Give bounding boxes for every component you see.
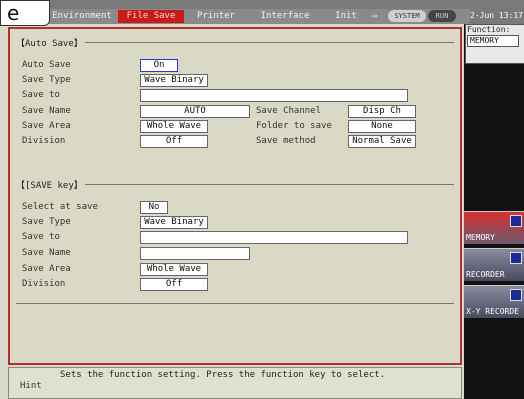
save-method-label: Save method <box>256 136 316 146</box>
file-save-panel: 【Auto Save】 Auto Save On Save Type Wave … <box>8 27 462 365</box>
hint-text: Sets the function setting. Press the fun… <box>60 370 386 380</box>
save-key-group-title: 【[SAVE key】 <box>14 178 85 191</box>
save-to-field[interactable] <box>140 89 408 102</box>
auto-save-field[interactable]: On <box>140 59 178 72</box>
save-type-label: Save Type <box>22 75 71 85</box>
tab-printer[interactable]: Printer <box>186 10 246 23</box>
save-channel-label: Save Channel <box>256 106 322 116</box>
save-to-label: Save to <box>22 90 60 100</box>
key-division-label: Division <box>22 279 66 289</box>
key-division-field[interactable]: Off <box>140 278 208 291</box>
xy-recorder-icon <box>510 289 522 301</box>
key-save-name-label: Save Name <box>22 248 71 258</box>
tab-file-save[interactable]: File Save <box>118 10 184 23</box>
tab-init[interactable]: Init <box>324 10 368 23</box>
tab-interface[interactable]: Interface <box>250 10 320 23</box>
run-status-icon: RUN <box>428 10 456 22</box>
key-save-type-label: Save Type <box>22 217 71 227</box>
function-label: Function: <box>467 25 511 34</box>
folder-to-save-label: Folder to save <box>256 121 332 131</box>
tab-environment[interactable]: Environment <box>50 10 114 23</box>
select-at-save-field[interactable]: No <box>140 201 168 214</box>
save-name-label: Save Name <box>22 106 71 116</box>
division-field[interactable]: Off <box>140 135 208 148</box>
folder-to-save-field[interactable]: None <box>348 120 416 133</box>
save-name-field[interactable]: AUTO <box>140 105 250 118</box>
save-area-label: Save Area <box>22 121 71 131</box>
save-area-field[interactable]: Whole Wave <box>140 120 208 133</box>
function-key-xy-recorder[interactable]: X-Y RECORDE <box>464 285 524 318</box>
memory-icon <box>510 215 522 227</box>
division-label: Division <box>22 136 66 146</box>
system-arrow-icon: ⇒ <box>371 9 378 22</box>
auto-save-label: Auto Save <box>22 60 71 70</box>
function-key-recorder[interactable]: RECORDER <box>464 248 524 281</box>
recorder-icon <box>510 252 522 264</box>
function-key-memory[interactable]: MEMORY <box>464 211 524 244</box>
function-key-label: X-Y RECORDE <box>466 307 519 316</box>
save-method-field[interactable]: Normal Save <box>348 135 416 148</box>
key-save-area-field[interactable]: Whole Wave <box>140 263 208 276</box>
datetime-display: 2-Jun 13:17:1 <box>470 11 524 20</box>
save-type-field[interactable]: Wave Binary <box>140 74 208 87</box>
key-save-to-field[interactable] <box>140 231 408 244</box>
save-channel-field[interactable]: Disp Ch <box>348 105 416 118</box>
group-divider <box>16 303 454 304</box>
select-at-save-label: Select at save <box>22 202 98 212</box>
system-icon: SYSTEM <box>388 10 426 22</box>
function-key-label: MEMORY <box>466 233 495 242</box>
function-value: MEMORY <box>467 35 519 47</box>
function-key-label: RECORDER <box>466 270 505 279</box>
hint-label: Hint <box>20 381 42 391</box>
key-save-area-label: Save Area <box>22 264 71 274</box>
key-save-type-field[interactable]: Wave Binary <box>140 216 208 229</box>
key-save-name-field[interactable] <box>140 247 250 260</box>
screen-title: e <box>0 0 50 26</box>
auto-save-group-title: 【Auto Save】 <box>14 36 85 49</box>
key-save-to-label: Save to <box>22 232 60 242</box>
